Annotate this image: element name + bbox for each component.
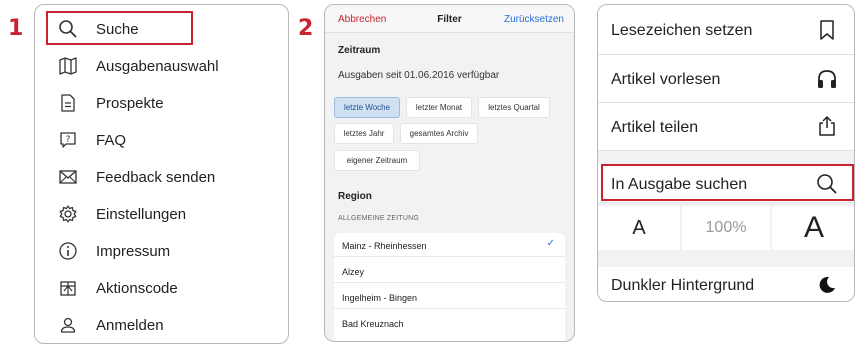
read-aloud-label: Artikel vorlesen [611, 71, 721, 88]
menu-item-anmelden[interactable]: Anmelden [35, 307, 288, 343]
availability-text: Ausgaben seit 01.06.2016 verfügbar [338, 70, 500, 81]
region-row-mainz[interactable]: Mainz - Rheinhessen ✓ [334, 233, 565, 257]
filter-panel: Abbrechen Filter Zurücksetzen Zeitraum A… [324, 4, 575, 342]
zeitraum-heading: Zeitraum [338, 45, 381, 56]
menu-item-einstellungen[interactable]: Einstellungen [35, 196, 288, 232]
dark-mode-row[interactable]: Dunkler Hintergrund [598, 267, 854, 301]
menu-item-label: Impressum [96, 242, 171, 260]
region-label: Alzey [342, 267, 365, 277]
bookmark-row[interactable]: Lesezeichen setzen [598, 5, 854, 55]
zoom-level: 100% [682, 206, 770, 250]
zoom-level-label: 100% [705, 219, 747, 236]
reset-button[interactable]: Zurücksetzen [504, 14, 564, 25]
region-label: Bad Kreuznach [342, 319, 404, 329]
moon-icon [816, 274, 838, 296]
chip-letztes-jahr[interactable]: letztes Jahr [334, 123, 394, 144]
step-number-1: 1 [8, 16, 24, 41]
read-aloud-row[interactable]: Artikel vorlesen [598, 55, 854, 103]
region-heading: Region [338, 191, 372, 202]
chip-eigener-zeitraum[interactable]: eigener Zeitraum [334, 150, 420, 171]
article-menu-panel: Lesezeichen setzen Artikel vorlesen Arti… [597, 4, 855, 302]
share-icon [816, 115, 838, 137]
dark-mode-label: Dunkler Hintergrund [611, 277, 755, 294]
headphones-icon [816, 68, 838, 90]
menu-item-label: Prospekte [96, 94, 164, 112]
menu-item-aktionscode[interactable]: Aktionscode [35, 270, 288, 306]
gift-icon [57, 277, 79, 299]
font-small-label: A [632, 216, 646, 239]
region-caption: ALLGEMEINE ZEITUNG [338, 215, 420, 222]
menu-item-feedback[interactable]: Feedback senden [35, 159, 288, 195]
chip-letztes-quartal[interactable]: letztes Quartal [478, 97, 550, 118]
menu-item-ausgabenauswahl[interactable]: Ausgabenauswahl [35, 48, 288, 84]
menu-item-label: Einstellungen [96, 205, 187, 223]
font-size-increase-button[interactable]: A [772, 206, 854, 250]
mail-icon [57, 166, 79, 188]
menu-item-label: Feedback senden [96, 168, 216, 186]
menu-item-label: Ausgabenauswahl [96, 57, 219, 75]
share-label: Artikel teilen [611, 119, 699, 136]
font-large-label: A [803, 211, 824, 244]
info-icon [57, 240, 79, 262]
region-label: Ingelheim - Bingen [342, 293, 418, 303]
highlight-frame-search-issue [601, 164, 854, 201]
menu-item-label: FAQ [96, 131, 127, 149]
bookmark-label: Lesezeichen setzen [611, 22, 753, 39]
highlight-frame-search [46, 11, 193, 45]
document-icon [57, 92, 79, 114]
step-number-2: 2 [298, 16, 314, 41]
menu-item-impressum[interactable]: Impressum [35, 233, 288, 269]
region-list: Mainz - Rheinhessen ✓ Alzey Ingelheim - … [334, 233, 565, 341]
region-row-alzey[interactable]: Alzey [334, 259, 565, 283]
menu-item-faq[interactable]: ? FAQ [35, 122, 288, 158]
help-icon: ? [57, 129, 79, 151]
chip-gesamtes-archiv[interactable]: gesamtes Archiv [400, 123, 478, 144]
gear-icon [57, 203, 79, 225]
chip-letzte-woche[interactable]: letzte Woche [334, 97, 400, 118]
region-row-ingelheim[interactable]: Ingelheim - Bingen [334, 285, 565, 309]
menu-item-prospekte[interactable]: Prospekte [35, 85, 288, 121]
region-row-bad-kreuznach[interactable]: Bad Kreuznach [334, 311, 565, 335]
share-row[interactable]: Artikel teilen [598, 103, 854, 151]
region-label: Mainz - Rheinhessen [342, 241, 427, 251]
menu-item-label: Anmelden [96, 316, 164, 334]
font-size-decrease-button[interactable]: A [598, 206, 680, 250]
chip-letzter-monat[interactable]: letzter Monat [406, 97, 472, 118]
navigation-menu-panel: Suche Ausgabenauswahl Prospekte ? FAQ Fe… [34, 4, 289, 344]
map-icon [57, 55, 79, 77]
bookmark-icon [816, 19, 838, 41]
checkmark-icon: ✓ [546, 238, 555, 249]
svg-text:?: ? [66, 135, 71, 145]
menu-item-label: Aktionscode [96, 279, 178, 297]
user-icon [57, 314, 79, 336]
filter-header: Abbrechen Filter Zurücksetzen [325, 5, 574, 33]
